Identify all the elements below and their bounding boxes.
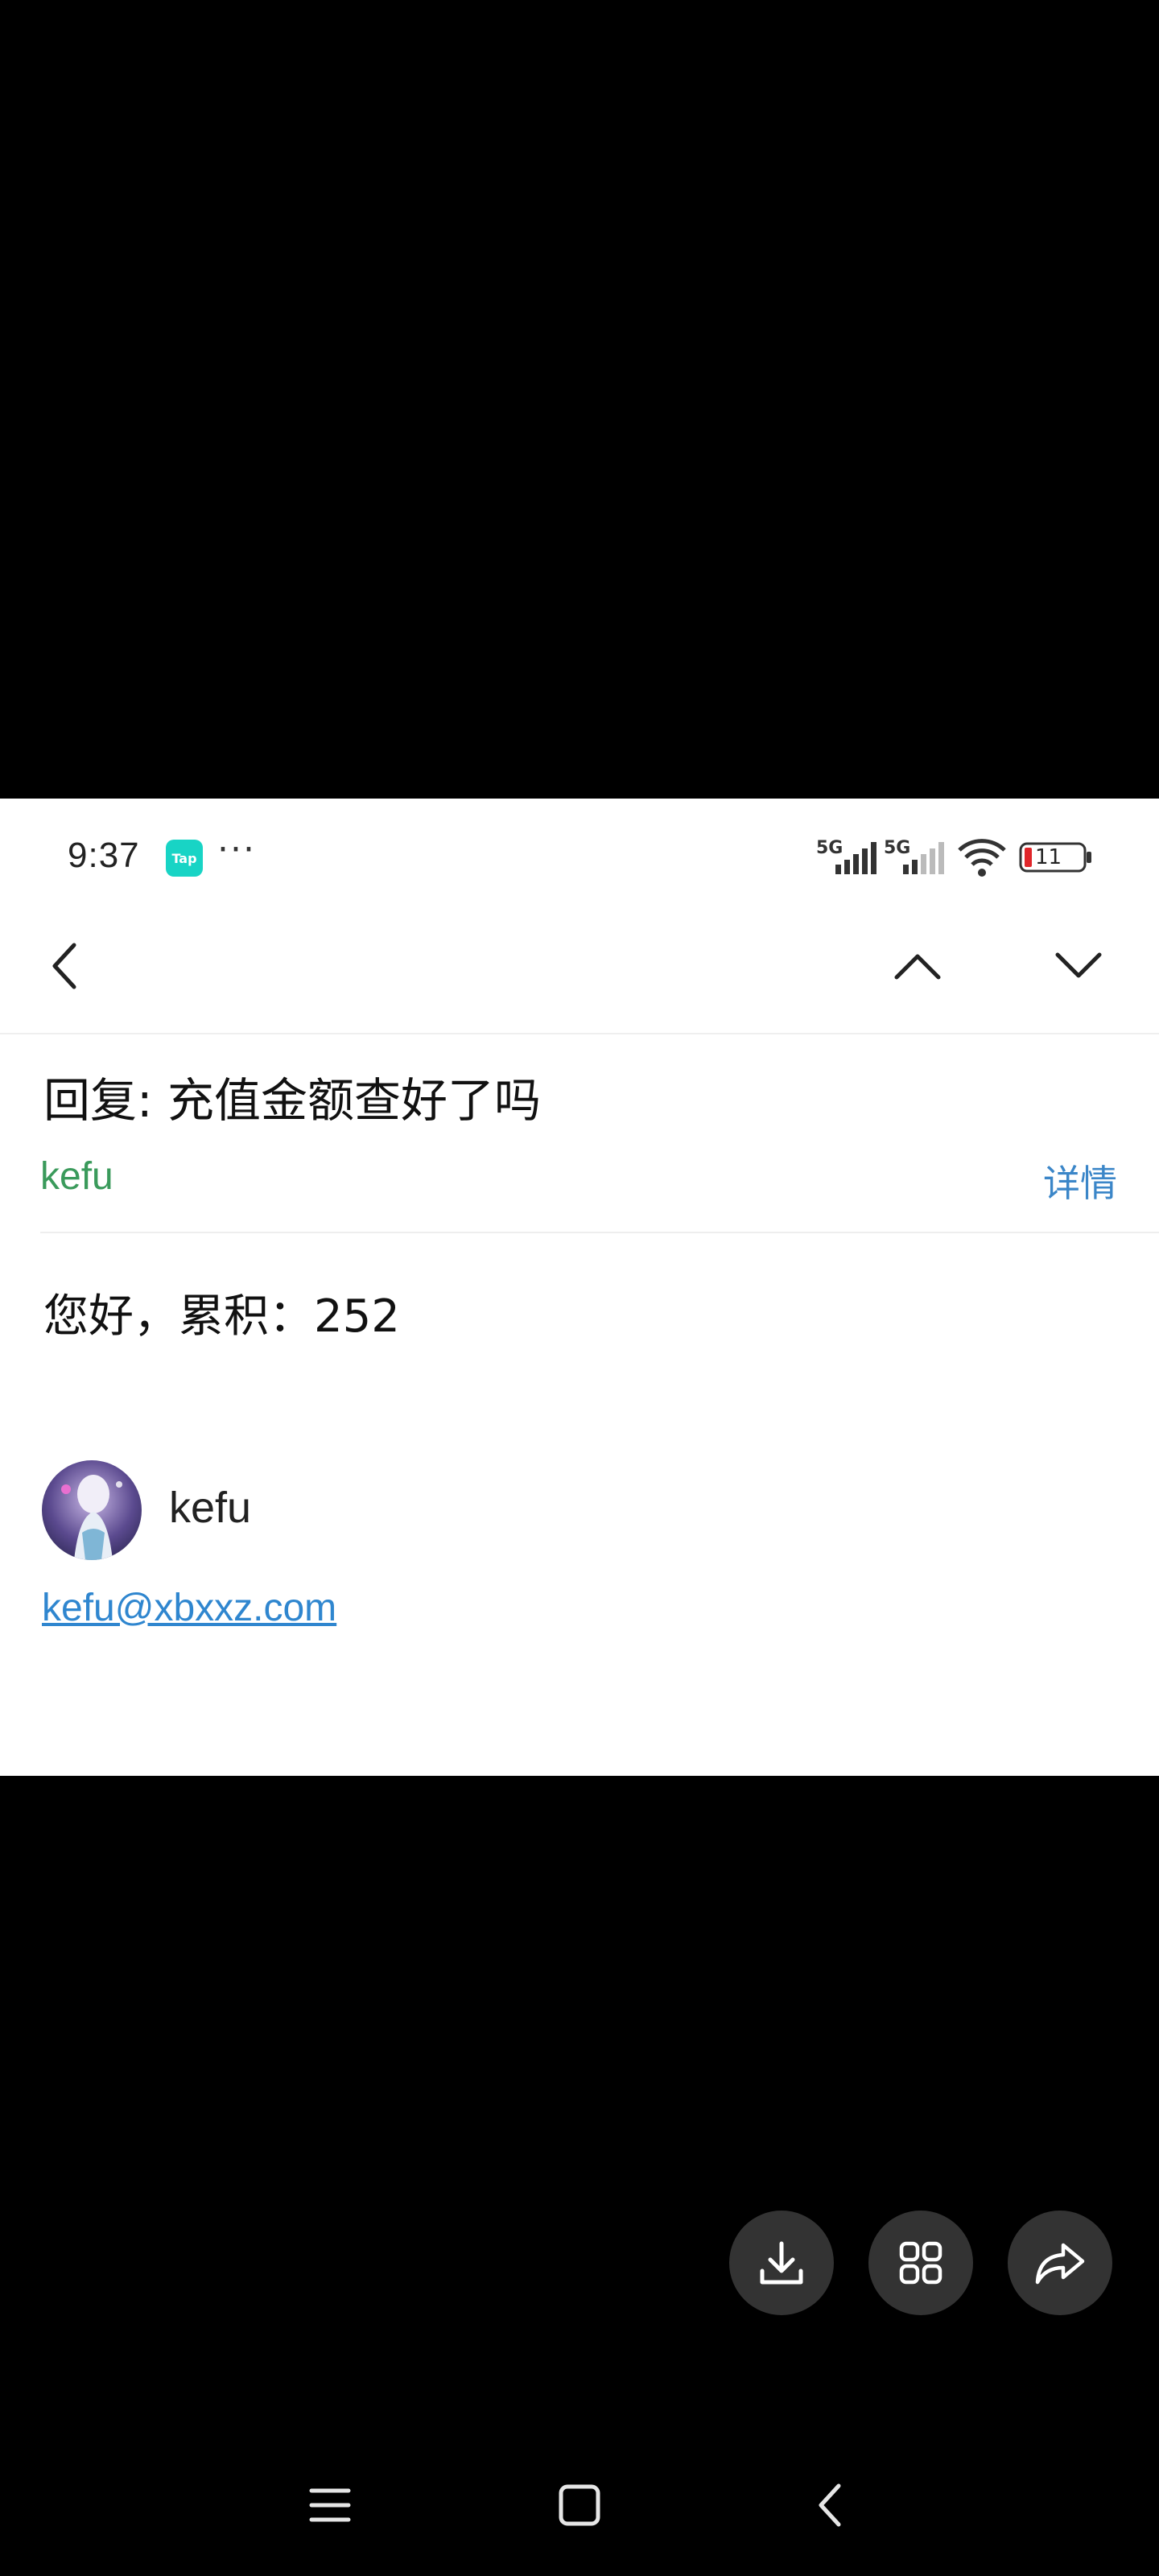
chevron-down-icon (1055, 952, 1102, 978)
menu-icon (309, 2488, 351, 2522)
mail-subject: 回复: 充值金额查好了吗 (43, 1073, 541, 1128)
chevron-up-icon (894, 954, 941, 980)
download-button[interactable] (729, 2211, 834, 2315)
mail-body-text: 您好，累积：252 (43, 1290, 400, 1343)
share-button[interactable] (1008, 2211, 1112, 2315)
status-time: 9:37 (68, 836, 140, 875)
header-divider (40, 1232, 1159, 1233)
signal-sim1-icon (835, 842, 876, 874)
system-home-button[interactable] (547, 2473, 612, 2537)
chevron-left-icon (52, 943, 76, 989)
avatar (42, 1460, 142, 1560)
share-icon (1035, 2243, 1085, 2285)
signal-sim2-icon (903, 842, 944, 874)
grid-button[interactable] (868, 2211, 973, 2315)
more-notifications-icon: ··· (217, 829, 256, 870)
system-back-button[interactable] (797, 2473, 861, 2537)
download-icon (760, 2241, 803, 2285)
battery-level: 11 (1035, 845, 1062, 869)
grid-icon (899, 2241, 942, 2285)
previous-mail-button[interactable] (885, 934, 950, 998)
wifi-icon (958, 839, 1006, 877)
mail-sender[interactable]: kefu (40, 1154, 113, 1199)
signature-name: kefu (169, 1484, 252, 1532)
taptap-app-icon: Tap (166, 840, 203, 877)
home-icon (559, 2484, 600, 2526)
nav-divider (0, 1033, 1159, 1034)
back-button[interactable] (32, 934, 97, 998)
details-link[interactable]: 详情 (1043, 1154, 1117, 1208)
next-mail-button[interactable] (1046, 934, 1111, 998)
screen: 9:37 Tap ··· 5G 5G 11 回复: 充值金额查好了吗 kefu … (0, 0, 1159, 2576)
system-menu-button[interactable] (298, 2473, 362, 2537)
signature-email-link[interactable]: kefu@xbxxz.com (42, 1586, 336, 1630)
back-icon (819, 2483, 841, 2527)
